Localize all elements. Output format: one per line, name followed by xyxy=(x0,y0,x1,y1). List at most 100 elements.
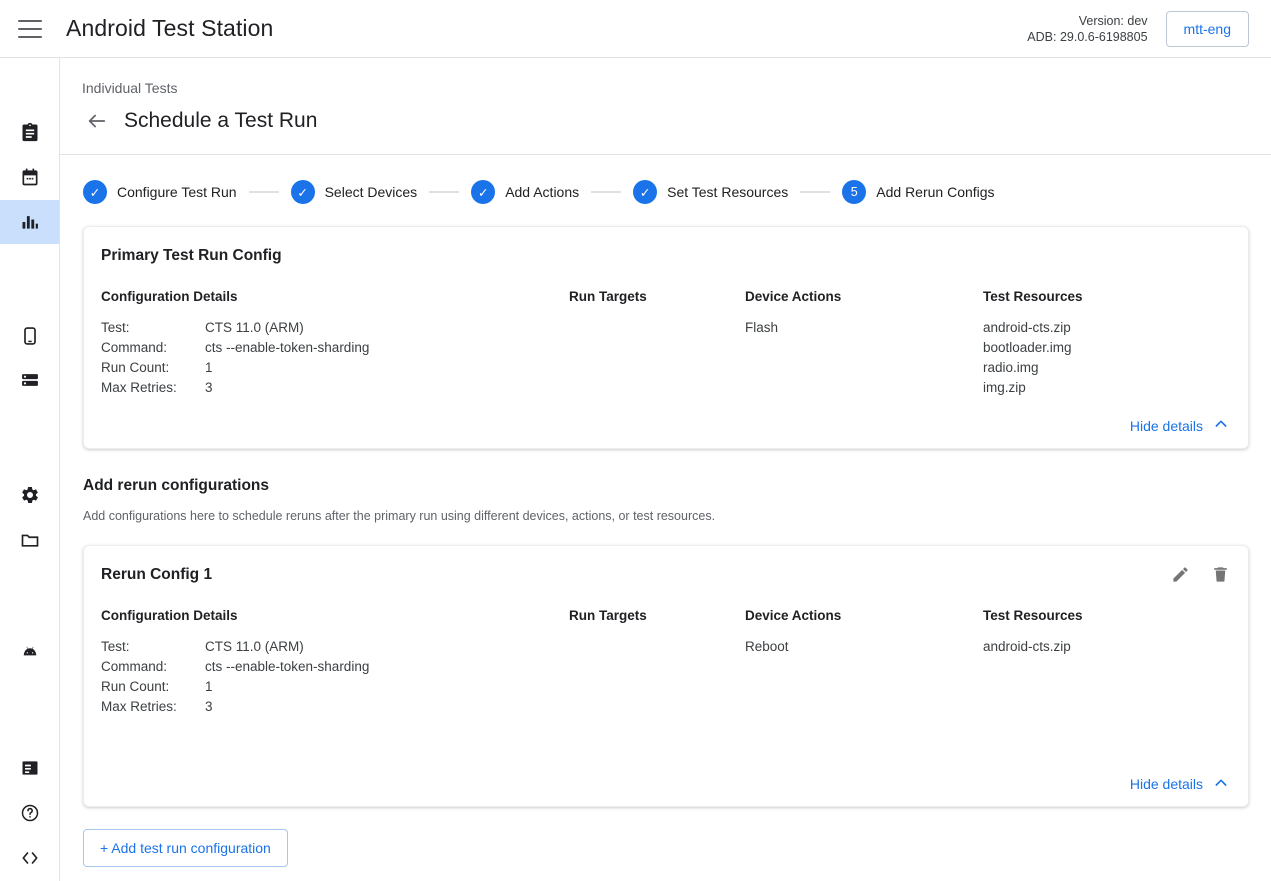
step-badge: ✓ xyxy=(633,180,657,204)
column-header-run-targets: Run Targets xyxy=(569,608,745,637)
column-header-test-resources: Test Resources xyxy=(983,608,1231,637)
trash-icon[interactable] xyxy=(1209,564,1231,586)
top-app-bar: Android Test Station Version: dev ADB: 2… xyxy=(0,0,1271,58)
rerun-hide-details-row: Hide details xyxy=(101,775,1231,795)
run-targets-values xyxy=(569,318,745,398)
user-chip[interactable]: mtt-eng xyxy=(1166,11,1249,47)
device-action-item: Flash xyxy=(745,318,983,338)
detail-value: 3 xyxy=(205,378,569,398)
page-title: Schedule a Test Run xyxy=(124,109,317,133)
main-content: Individual Tests Schedule a Test Run ✓ C… xyxy=(60,58,1271,881)
step-connector xyxy=(800,191,830,193)
step-label: Add Rerun Configs xyxy=(876,184,994,200)
step-add-rerun-configs[interactable]: 5 Add Rerun Configs xyxy=(842,180,994,204)
step-label: Configure Test Run xyxy=(117,184,237,200)
rerun-section-heading: Add rerun configurations xyxy=(83,477,1271,495)
detail-row: Max Retries: 3 xyxy=(101,697,569,717)
detail-key: Run Count: xyxy=(101,358,205,378)
sidebar-item-settings[interactable] xyxy=(0,473,59,517)
step-add-actions[interactable]: ✓ Add Actions xyxy=(471,180,579,204)
app-title: Android Test Station xyxy=(66,15,273,42)
step-select-devices[interactable]: ✓ Select Devices xyxy=(291,180,418,204)
hide-details-link[interactable]: Hide details xyxy=(1130,416,1229,435)
clipboard-icon xyxy=(20,122,40,142)
server-icon xyxy=(20,370,40,390)
gear-icon xyxy=(20,485,40,505)
step-badge: 5 xyxy=(842,180,866,204)
chevron-up-icon xyxy=(1213,775,1229,794)
help-circle-icon xyxy=(20,803,40,823)
page-header: Individual Tests Schedule a Test Run xyxy=(60,58,1271,155)
config-grid: Configuration Details Run Targets Device… xyxy=(101,289,1231,398)
detail-key: Command: xyxy=(101,338,205,358)
hide-details-label: Hide details xyxy=(1130,776,1203,792)
code-brackets-icon xyxy=(20,848,40,868)
chevron-up-icon xyxy=(1213,416,1229,435)
detail-value: 1 xyxy=(205,358,569,378)
add-test-run-configuration-button[interactable]: + Add test run configuration xyxy=(83,829,288,867)
test-resource-item: img.zip xyxy=(983,378,1231,398)
step-label: Add Actions xyxy=(505,184,579,200)
detail-value: CTS 11.0 (ARM) xyxy=(205,637,569,657)
hamburger-menu-icon[interactable] xyxy=(18,20,42,38)
detail-row: Run Count: 1 xyxy=(101,358,569,378)
card-title: Rerun Config 1 xyxy=(101,566,1231,584)
step-badge: ✓ xyxy=(471,180,495,204)
column-header-device-actions: Device Actions xyxy=(745,608,983,637)
step-connector xyxy=(249,191,279,193)
step-connector xyxy=(429,191,459,193)
step-label: Select Devices xyxy=(325,184,418,200)
detail-value: 1 xyxy=(205,677,569,697)
configuration-details-values: Test: CTS 11.0 (ARM) Command: cts --enab… xyxy=(101,318,569,398)
detail-row: Test: CTS 11.0 (ARM) xyxy=(101,318,569,338)
detail-value: CTS 11.0 (ARM) xyxy=(205,318,569,338)
rerun-config-card: Rerun Config 1 Configuration Details Run… xyxy=(83,545,1249,808)
config-grid: Configuration Details Run Targets Device… xyxy=(101,608,1231,717)
detail-key: Command: xyxy=(101,657,205,677)
breadcrumb[interactable]: Individual Tests xyxy=(82,80,1271,96)
detail-value: cts --enable-token-sharding xyxy=(205,657,569,677)
sidebar-item-file-browser[interactable] xyxy=(0,518,59,562)
column-header-configuration-details: Configuration Details xyxy=(101,289,569,318)
column-header-test-resources: Test Resources xyxy=(983,289,1231,318)
sidebar-item-android[interactable] xyxy=(0,631,59,675)
page-title-row: Schedule a Test Run xyxy=(82,106,1271,136)
test-resource-item: android-cts.zip xyxy=(983,318,1231,338)
step-badge: ✓ xyxy=(291,180,315,204)
sidebar-item-dev-tools[interactable] xyxy=(0,836,59,880)
run-targets-values xyxy=(569,637,745,717)
sidebar-item-test-results[interactable] xyxy=(0,200,59,244)
detail-key: Test: xyxy=(101,637,205,657)
step-set-test-resources[interactable]: ✓ Set Test Resources xyxy=(633,180,788,204)
detail-key: Max Retries: xyxy=(101,378,205,398)
test-resource-item: android-cts.zip xyxy=(983,637,1231,657)
pencil-icon[interactable] xyxy=(1169,564,1191,586)
version-info: Version: dev ADB: 29.0.6-6198805 xyxy=(1027,13,1147,45)
detail-row: Max Retries: 3 xyxy=(101,378,569,398)
sidebar-item-devices[interactable] xyxy=(0,314,59,358)
card-title: Primary Test Run Config xyxy=(101,247,1231,265)
sidebar-item-scheduler[interactable] xyxy=(0,155,59,199)
add-config-row: + Add test run configuration xyxy=(83,829,1271,867)
calendar-icon xyxy=(20,167,40,187)
step-connector xyxy=(591,191,621,193)
bar-chart-icon xyxy=(20,212,40,232)
device-actions-values: Reboot xyxy=(745,637,983,717)
detail-value: cts --enable-token-sharding xyxy=(205,338,569,358)
column-header-configuration-details: Configuration Details xyxy=(101,608,569,637)
sidebar-item-logs[interactable] xyxy=(0,746,59,790)
hide-details-link[interactable]: Hide details xyxy=(1130,775,1229,794)
phone-icon xyxy=(20,326,40,346)
test-resources-values: android-cts.zip xyxy=(983,637,1231,717)
primary-hide-details-row: Hide details xyxy=(101,416,1231,436)
arrow-left-icon[interactable] xyxy=(82,106,112,136)
stepper: ✓ Configure Test Run ✓ Select Devices ✓ … xyxy=(60,155,1271,204)
step-configure-test-run[interactable]: ✓ Configure Test Run xyxy=(83,180,237,204)
topbar-right-group: Version: dev ADB: 29.0.6-6198805 mtt-eng xyxy=(1027,11,1271,47)
sidebar-item-help[interactable] xyxy=(0,791,59,835)
device-action-item: Reboot xyxy=(745,637,983,657)
detail-key: Test: xyxy=(101,318,205,338)
sidebar-item-test-runs[interactable] xyxy=(0,110,59,154)
sidebar-item-hosts[interactable] xyxy=(0,358,59,402)
left-nav-rail xyxy=(0,58,60,881)
